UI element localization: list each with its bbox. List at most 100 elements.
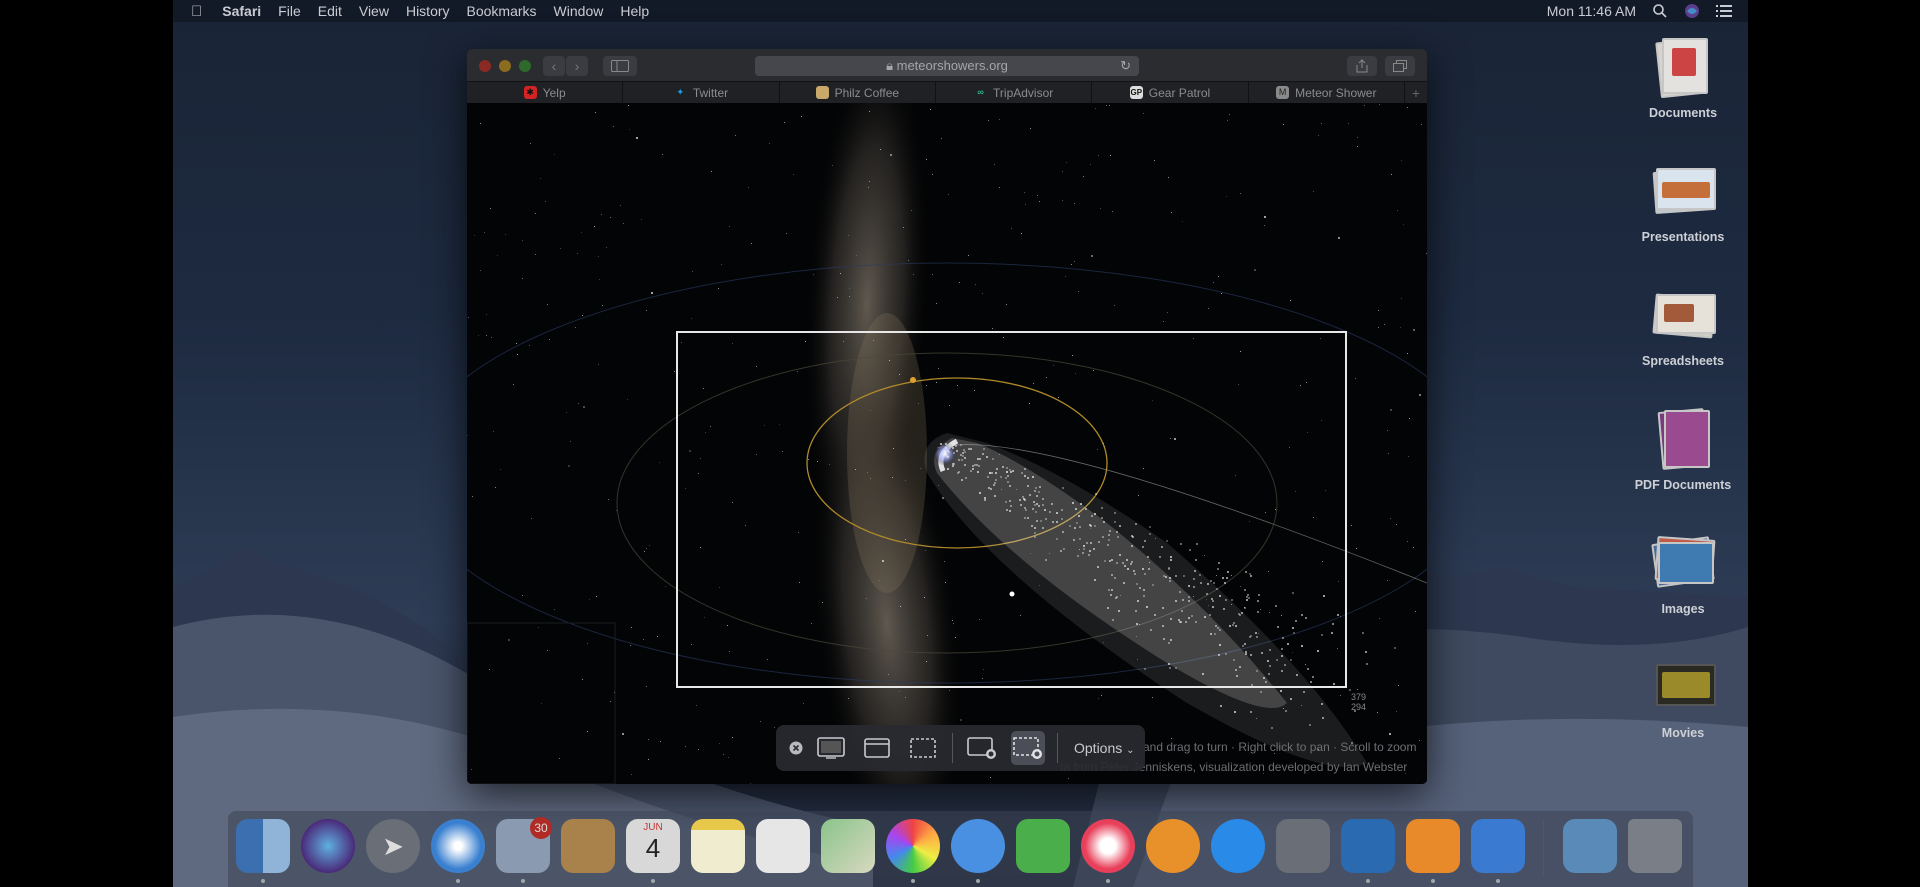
contacts-icon[interactable] xyxy=(561,819,615,873)
window-icon xyxy=(864,738,890,758)
xcode-icon[interactable] xyxy=(1471,819,1525,873)
options-menu-button[interactable]: Options ⌄ xyxy=(1074,740,1135,756)
system-preferences-icon[interactable] xyxy=(1276,819,1330,873)
downloads-icon[interactable] xyxy=(1563,819,1617,873)
toolbar-divider xyxy=(952,733,953,763)
desktop:  Safari File Edit View History Bookmark… xyxy=(173,0,1748,887)
tab-label: Meteor Shower xyxy=(1295,85,1377,100)
close-icon xyxy=(789,741,803,755)
stack-label: Spreadsheets xyxy=(1642,354,1724,368)
tab-gear-patrol[interactable]: GP Gear Patrol xyxy=(1092,82,1249,103)
address-bar[interactable]: 🔒︎ meteorshowers.org ↻ xyxy=(755,56,1139,76)
record-entire-screen-button[interactable] xyxy=(965,731,999,765)
tab-philz-coffee[interactable]: Philz Coffee xyxy=(780,82,936,103)
tabs-overview-button[interactable] xyxy=(1385,56,1415,76)
tab-label: Twitter xyxy=(692,85,729,100)
meteor-icon: M xyxy=(1276,86,1290,99)
spotlight-search-icon[interactable] xyxy=(1652,3,1668,19)
reminders-icon[interactable] xyxy=(756,819,810,873)
music-icon[interactable] xyxy=(1081,819,1135,873)
minimize-window-button[interactable] xyxy=(499,60,511,72)
siri-icon[interactable] xyxy=(1684,3,1700,19)
menubar-clock[interactable]: Mon 11:46 AM xyxy=(1547,3,1636,19)
launchpad-icon[interactable]: ➤ xyxy=(366,819,420,873)
selection-size-label: 379 294 xyxy=(1351,692,1366,712)
stack-label: PDF Documents xyxy=(1634,478,1732,492)
reload-icon[interactable]: ↻ xyxy=(1120,56,1131,76)
desktop-stack-images[interactable]: Images xyxy=(1628,530,1738,616)
capture-window-button[interactable] xyxy=(860,731,894,765)
tab-label: TripAdvisor xyxy=(993,85,1054,100)
notes-icon[interactable] xyxy=(691,819,745,873)
yelp-icon: ✱ xyxy=(523,86,537,99)
desktop-stack-pdf-documents[interactable]: PDF Documents xyxy=(1628,406,1738,492)
tab-meteor-shower[interactable]: M Meteor Shower xyxy=(1249,82,1405,103)
spreadsheets-stack-icon xyxy=(1650,282,1716,348)
back-button[interactable]: ‹ xyxy=(543,56,565,76)
selection-icon xyxy=(910,738,936,758)
tab-tripadvisor[interactable]: ∞ TripAdvisor xyxy=(936,82,1093,103)
controls-hint-text: and drag to turn · Right click to pan · … xyxy=(1143,740,1417,754)
tab-twitter[interactable]: ✦ Twitter xyxy=(623,82,780,103)
movies-stack-icon xyxy=(1650,654,1716,720)
desktop-stack-documents[interactable]: Documents xyxy=(1628,34,1738,120)
running-indicator xyxy=(1106,879,1110,883)
dock-separator xyxy=(1543,820,1544,876)
tab-bar: ✱ Yelp ✦ Twitter Philz Coffee ∞ TripAdvisor… xyxy=(467,81,1427,103)
screenshot-selection-area[interactable] xyxy=(676,331,1347,688)
record-screen-icon xyxy=(967,737,996,759)
photos-icon[interactable] xyxy=(886,819,940,873)
capture-selection-button[interactable] xyxy=(906,731,940,765)
menu-window[interactable]: Window xyxy=(554,3,604,19)
menu-help[interactable]: Help xyxy=(620,3,649,19)
menu-history[interactable]: History xyxy=(406,3,450,19)
mail-badge: 30 xyxy=(530,817,552,839)
new-tab-button[interactable]: + xyxy=(1405,82,1427,103)
sidebar-toggle-button[interactable] xyxy=(603,56,637,76)
running-indicator xyxy=(456,879,460,883)
apple-icon[interactable]:  xyxy=(191,3,202,20)
philz-icon xyxy=(815,86,829,99)
running-indicator xyxy=(1366,879,1370,883)
toolbar-divider xyxy=(1057,733,1058,763)
menu-bar:  Safari File Edit View History Bookmark… xyxy=(173,0,1748,22)
browser-toolbar: ‹ › 🔒︎ meteorshowers.org ↻ xyxy=(467,49,1427,81)
safari-icon[interactable] xyxy=(431,819,485,873)
calendar-icon[interactable]: JUN 4 xyxy=(626,819,680,873)
tab-label: Philz Coffee xyxy=(834,85,900,100)
close-screenshot-button[interactable] xyxy=(786,731,806,765)
menu-file[interactable]: File xyxy=(278,3,301,19)
menu-view[interactable]: View xyxy=(359,3,389,19)
selection-width: 379 xyxy=(1351,692,1367,702)
messages-icon[interactable] xyxy=(951,819,1005,873)
options-label: Options xyxy=(1074,740,1123,756)
capture-entire-screen-button[interactable] xyxy=(814,731,848,765)
trash-icon[interactable] xyxy=(1628,819,1682,873)
forward-button[interactable]: › xyxy=(566,56,588,76)
siri-icon[interactable] xyxy=(301,819,355,873)
zoom-window-button[interactable] xyxy=(519,60,531,72)
desktop-stack-spreadsheets[interactable]: Spreadsheets xyxy=(1628,282,1738,368)
menu-edit[interactable]: Edit xyxy=(318,3,342,19)
share-button[interactable] xyxy=(1347,56,1377,76)
keynote-icon[interactable] xyxy=(1341,819,1395,873)
record-selection-button[interactable] xyxy=(1011,731,1045,765)
running-indicator xyxy=(911,879,915,883)
close-window-button[interactable] xyxy=(479,60,491,72)
desktop-stack-movies[interactable]: Movies xyxy=(1628,654,1738,740)
pages-icon[interactable] xyxy=(1406,819,1460,873)
tab-label: Yelp xyxy=(542,85,566,100)
entire-screen-icon xyxy=(817,737,845,759)
finder-icon[interactable] xyxy=(236,819,290,873)
app-store-icon[interactable] xyxy=(1211,819,1265,873)
facetime-icon[interactable] xyxy=(1016,819,1070,873)
record-selection-icon xyxy=(1013,737,1042,759)
stack-label: Presentations xyxy=(1641,230,1725,244)
books-icon[interactable] xyxy=(1146,819,1200,873)
menu-app-safari[interactable]: Safari xyxy=(222,3,261,19)
notification-center-icon[interactable] xyxy=(1716,4,1732,18)
menu-bookmarks[interactable]: Bookmarks xyxy=(467,3,537,19)
desktop-stack-presentations[interactable]: Presentations xyxy=(1628,158,1738,244)
maps-icon[interactable] xyxy=(821,819,875,873)
tab-yelp[interactable]: ✱ Yelp xyxy=(467,82,624,103)
